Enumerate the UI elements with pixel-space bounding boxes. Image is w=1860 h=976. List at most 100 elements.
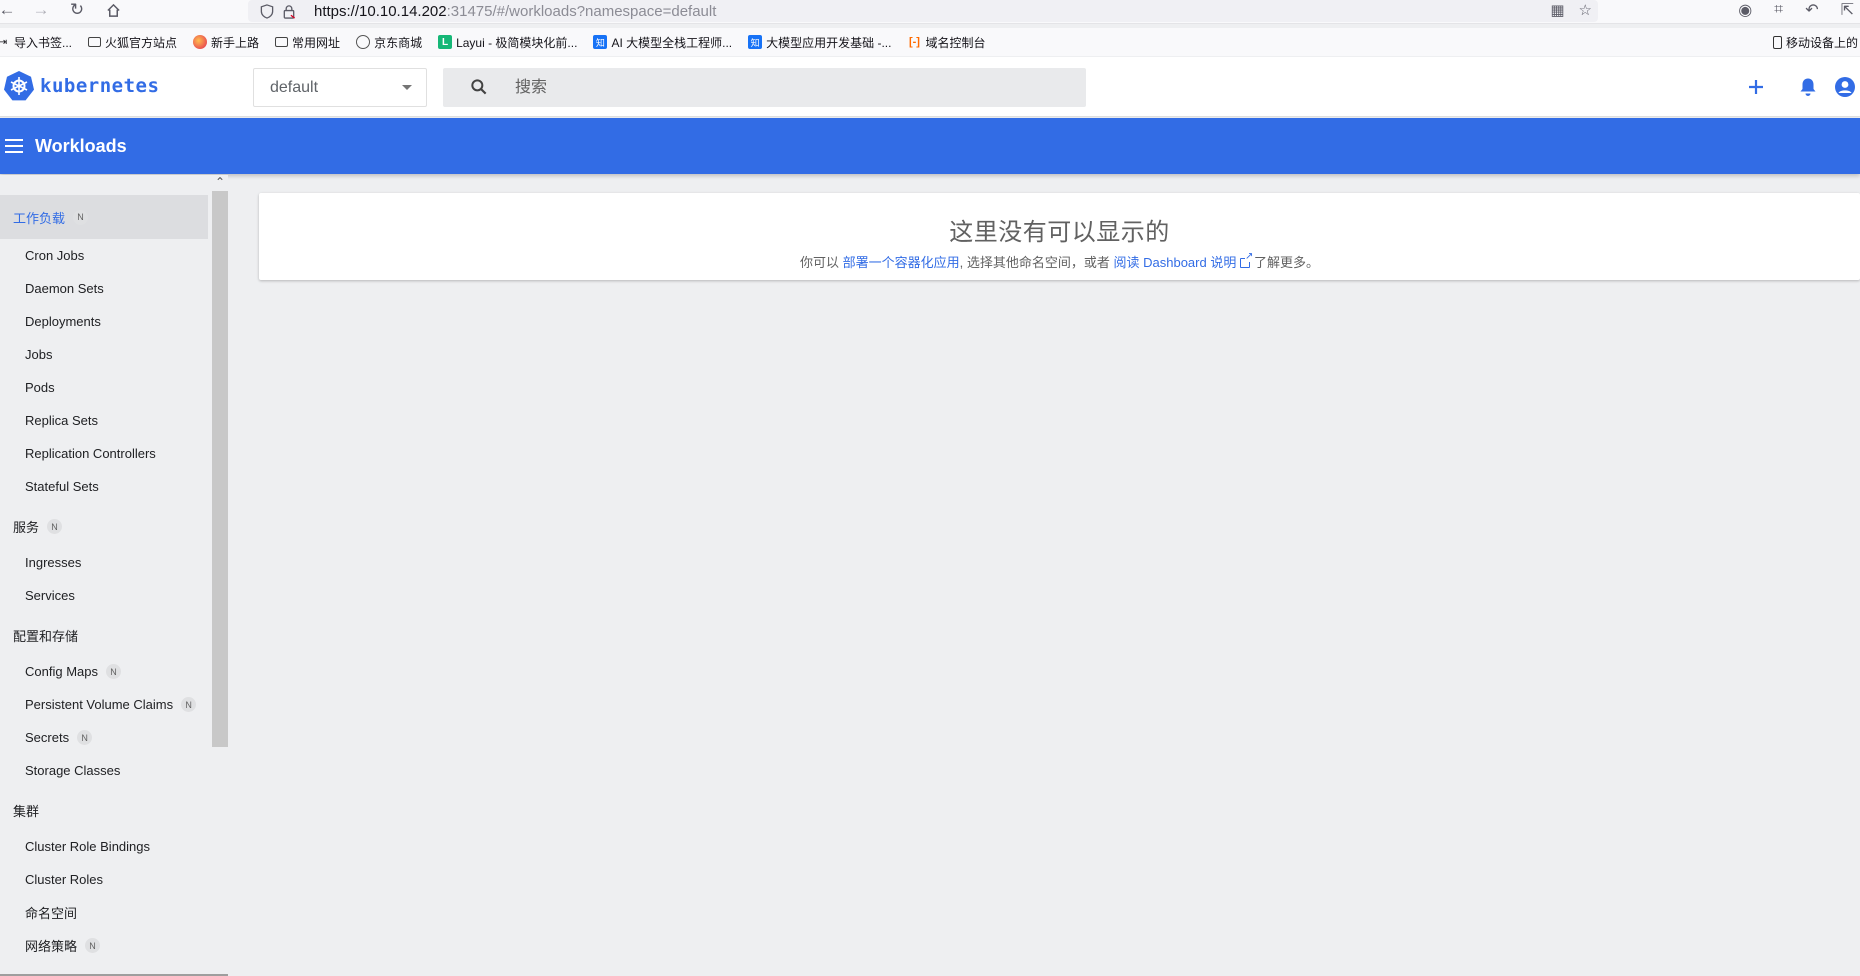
sidebar-section-label: 服务 [13,520,40,535]
sidebar-item[interactable]: Pods [0,371,228,404]
bookmark-label: 京东商城 [374,35,423,50]
sidebar-item[interactable]: 命名空间 [0,896,228,929]
read-docs-link[interactable]: 阅读 Dashboard 说明 [1114,252,1254,270]
namespaced-badge: N [73,209,89,225]
search-box [443,68,1086,107]
kubernetes-logo[interactable]: kubernetes [4,71,159,101]
home-icon[interactable] [100,0,126,20]
bookmark-item[interactable]: 火狐官方站点 [88,34,177,51]
sidebar-item[interactable]: Services [0,579,228,612]
sidebar-item[interactable]: Daemon Sets [0,272,228,305]
crop-icon[interactable]: ⌗ [1774,1,1783,19]
zhihu-icon: 知 [593,35,608,49]
sidebar-item-label: 网络策略 [25,939,78,954]
sidebar-item[interactable]: Replication Controllers [0,437,228,470]
sidebar-item-label: Deployments [25,314,101,329]
sidebar-item[interactable]: Storage Classes [0,754,228,787]
sidebar-item[interactable]: Jobs [0,338,228,371]
zhihu-icon: 知 [748,35,763,49]
sidebar-item[interactable]: Cluster Roles [0,863,228,896]
logo-text: kubernetes [40,75,160,97]
bookmark-item[interactable]: [-] 域名控制台 [907,34,986,51]
bookmark-label: 导入书签... [14,35,73,50]
sidebar-item-label: Replica Sets [25,413,98,428]
account-button[interactable] [1834,71,1860,103]
sidebar-item-label: Cluster Roles [25,872,104,887]
browser-toolbar: ← → ↻ https://10.10.14.202:31475/#/workl… [0,0,1860,24]
user-circle-icon [1835,77,1855,97]
deploy-app-link[interactable]: 部署一个容器化应用 [843,255,960,270]
bookmark-item[interactable]: ⇥ 导入书签... [0,34,72,51]
page-title-bar: Workloads [0,118,1860,174]
sidebar-item-label: Config Maps [25,664,98,679]
forward-icon[interactable]: → [28,0,54,20]
undo-icon[interactable]: ↶ [1805,0,1818,20]
mobile-bookmarks-label: 移动设备上的 [1785,35,1858,50]
search-icon [471,79,487,95]
bookmark-star-icon[interactable]: ☆ [1579,1,1592,19]
search-input[interactable] [515,74,1055,102]
sidebar-item-label: Secrets [25,730,70,745]
reload-icon[interactable]: ↻ [64,0,90,20]
url-bar[interactable]: https://10.10.14.202:31475/#/workloads?n… [248,0,1598,22]
sidebar-section-label: 工作负载 [13,210,66,226]
aliyun-icon: [-] [908,36,920,48]
dropdown-arrow-icon [402,85,412,90]
sidebar-item[interactable]: Cron Jobs [0,239,228,272]
bookmark-item[interactable]: 常用网址 [275,34,340,51]
namespace-select[interactable]: default [253,68,427,107]
sidebar-item[interactable]: Cluster Role Bindings [0,830,228,863]
bookmark-item[interactable]: 知大模型应用开发基础 -... [748,34,891,51]
sidebar-item[interactable]: Ingresses [0,546,228,579]
import-icon: ⇥ [0,36,8,48]
namespace-value: default [270,78,319,96]
namespaced-badge: N [47,519,63,534]
shield-icon[interactable] [256,2,278,20]
folder-icon [88,37,102,47]
firefox-icon [193,35,208,49]
hamburger-menu-icon [5,139,23,153]
sidebar-section[interactable]: 工作负载 N [0,195,208,239]
sidebar-item[interactable]: 网络策略 N [0,929,228,962]
sidebar-item[interactable]: Secrets N [0,721,228,754]
sidebar-section[interactable]: 服务 N [0,507,228,546]
sidebar-item[interactable]: Stateful Sets [0,470,228,503]
namespaced-badge: N [85,938,101,953]
sidebar-section[interactable]: 配置和存储 [0,616,228,655]
sidebar-item-label: Cron Jobs [25,248,85,263]
empty-state-title: 这里没有可以显示的 [949,219,1170,246]
scroll-up-arrow-icon[interactable]: ⌃ [212,175,228,189]
bookmark-label: 常用网址 [292,35,341,50]
bookmark-label: 火狐官方站点 [105,35,178,50]
sidebar-item[interactable]: Config Maps N [0,655,228,688]
sidebar-scrollbar[interactable] [212,191,228,747]
extensions-icon[interactable]: ⇱ [1841,0,1854,20]
folder-icon [275,37,289,47]
qr-code-icon[interactable]: ▦ [1550,1,1564,19]
account-icon[interactable]: ◉ [1738,0,1752,20]
mobile-bookmarks[interactable]: 移动设备上的 [1772,33,1860,51]
empty-state-card: 这里没有可以显示的 你可以 部署一个容器化应用, 选择其他命名空间，或者 阅读 … [259,193,1860,280]
sidebar-item-label: Stateful Sets [25,479,99,494]
page-title: Workloads [35,135,127,156]
bookmark-item[interactable]: L Layui - 极简模块化前... [438,34,577,51]
lock-icon[interactable] [278,2,300,20]
back-icon[interactable]: ← [0,0,20,20]
sidebar-item[interactable]: Replica Sets [0,404,228,437]
bookmark-item[interactable]: 知 AI 大模型全栈工程师... [593,34,732,51]
sidebar-item-label: Pods [25,380,55,395]
sidebar-item-label: Replication Controllers [25,446,156,461]
menu-toggle-button[interactable] [0,126,34,166]
create-button[interactable] [1730,71,1782,103]
plus-icon [1749,80,1763,94]
bookmark-item[interactable]: 京东商城 [356,34,422,51]
sidebar-item-label: Ingresses [25,555,82,570]
notifications-button[interactable] [1782,71,1834,103]
sidebar-item[interactable]: Persistent Volume Claims N [0,688,228,721]
sidebar-item[interactable]: Deployments [0,305,228,338]
bell-icon [1800,78,1816,96]
app-header: kubernetes default [0,57,1860,117]
url-text: https://10.10.14.202:31475/#/workloads?n… [314,2,717,20]
sidebar-section[interactable]: 集群 [0,791,228,830]
bookmark-item[interactable]: 新手上路 [193,34,259,51]
